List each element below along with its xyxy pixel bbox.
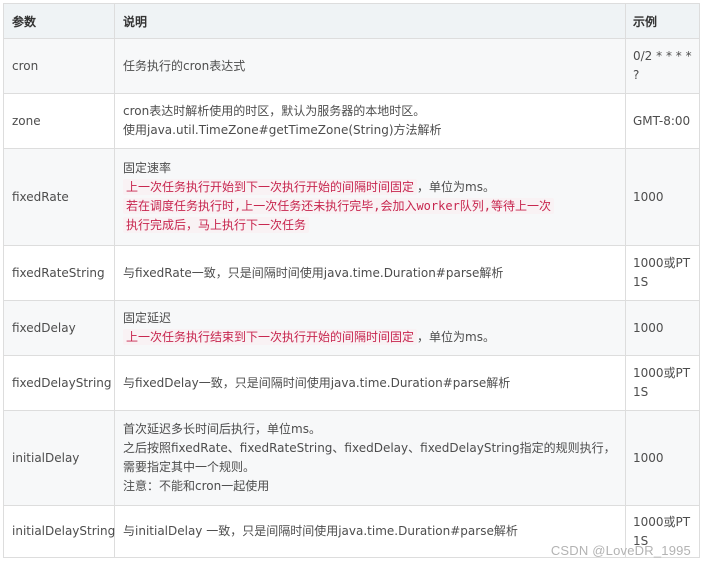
param-cell: cron bbox=[3, 38, 115, 94]
param-cell: fixedDelayString bbox=[3, 355, 115, 411]
param-cell: zone bbox=[3, 93, 115, 149]
example-cell: 1000或PT1S bbox=[625, 355, 700, 411]
table-row: fixedRate 固定速率 上一次任务执行开始到下一次执行开始的间隔时间固定，… bbox=[3, 148, 700, 246]
table-header-row: 参数 说明 示例 bbox=[3, 3, 700, 39]
table-row: fixedRateString 与fixedRate一致，只是间隔时间使用jav… bbox=[3, 245, 700, 301]
param-cell: fixedDelay bbox=[3, 300, 115, 356]
highlight-text: 若在调度任务执行时,上一次任务还未执行完毕,会加入worker队列,等待上一次 bbox=[123, 198, 555, 214]
desc-cell: 首次延迟多长时间后执行，单位ms。 之后按照fixedRate、fixedRat… bbox=[114, 410, 626, 506]
param-cell: fixedRateString bbox=[3, 245, 115, 301]
desc-cell: cron表达时解析使用的时区，默认为服务器的本地时区。 使用java.util.… bbox=[114, 93, 626, 149]
desc-title: 固定延迟 bbox=[123, 311, 172, 325]
highlight-text: 上一次任务执行结束到下一次执行开始的间隔时间固定 bbox=[123, 329, 418, 345]
desc-tail: ，单位为ms。 bbox=[417, 180, 495, 194]
desc-line: 上一次任务执行开始到下一次执行开始的间隔时间固定 ，单位为ms。 bbox=[123, 178, 619, 197]
example-cell: 0/2 * * * * ? bbox=[625, 38, 700, 94]
example-cell: 1000 bbox=[625, 410, 700, 506]
desc-title: 固定速率 bbox=[123, 161, 172, 175]
highlight-text: 上一次任务执行开始到下一次执行开始的间隔时间固定 bbox=[123, 179, 418, 195]
desc-line: 首次延迟多长时间后执行，单位ms。 bbox=[123, 422, 321, 436]
header-example: 示例 bbox=[625, 3, 700, 39]
params-table: 参数 说明 示例 cron 任务执行的cron表达式 0/2 * * * * ?… bbox=[3, 3, 700, 558]
desc-line: cron表达时解析使用的时区，默认为服务器的本地时区。 bbox=[123, 104, 426, 118]
desc-cell: 固定速率 上一次任务执行开始到下一次执行开始的间隔时间固定 ，单位为ms。 若在调… bbox=[114, 148, 626, 246]
desc-cell: 任务执行的cron表达式 bbox=[114, 38, 626, 94]
table-row: fixedDelay 固定延迟 上一次任务执行结束到下一次执行开始的间隔时间固定… bbox=[3, 300, 700, 356]
param-cell: initialDelay bbox=[3, 410, 115, 506]
example-cell: GMT-8:00 bbox=[625, 93, 700, 149]
desc-line: 之后按照fixedRate、fixedRateString、fixedDelay… bbox=[123, 441, 616, 474]
example-cell: 1000 bbox=[625, 300, 700, 356]
desc-tail: ，单位为ms。 bbox=[417, 330, 495, 344]
header-param: 参数 bbox=[3, 3, 115, 39]
table-row: cron 任务执行的cron表达式 0/2 * * * * ? bbox=[3, 38, 700, 94]
desc-cell: 与fixedRate一致，只是间隔时间使用java.time.Duration#… bbox=[114, 245, 626, 301]
table-row: zone cron表达时解析使用的时区，默认为服务器的本地时区。 使用java.… bbox=[3, 93, 700, 149]
param-cell: initialDelayString bbox=[3, 505, 115, 558]
example-cell: 1000或PT1S bbox=[625, 245, 700, 301]
desc-line: 使用java.util.TimeZone#getTimeZone(String)… bbox=[123, 123, 442, 137]
header-desc: 说明 bbox=[114, 3, 626, 39]
desc-line: 任务执行的cron表达式 bbox=[123, 58, 246, 73]
csdn-watermark: CSDN @LoveDR_1995 bbox=[550, 543, 691, 558]
desc-line: 与fixedDelay一致，只是间隔时间使用java.time.Duration… bbox=[123, 375, 511, 390]
param-cell: fixedRate bbox=[3, 148, 115, 246]
highlight-text: 执行完成后，马上执行下一次任务 bbox=[123, 217, 310, 233]
desc-line: 与initialDelay 一致，只是间隔时间使用java.time.Durat… bbox=[123, 524, 518, 538]
example-cell: 1000 bbox=[625, 148, 700, 246]
desc-line: 与fixedRate一致，只是间隔时间使用java.time.Duration#… bbox=[123, 265, 504, 280]
desc-line: 若在调度任务执行时,上一次任务还未执行完毕,会加入worker队列,等待上一次 bbox=[123, 197, 619, 216]
table-row: fixedDelayString 与fixedDelay一致，只是间隔时间使用j… bbox=[3, 355, 700, 411]
desc-line: 执行完成后，马上执行下一次任务 bbox=[123, 216, 619, 235]
desc-cell: 与fixedDelay一致，只是间隔时间使用java.time.Duration… bbox=[114, 355, 626, 411]
desc-cell: 固定延迟 上一次任务执行结束到下一次执行开始的间隔时间固定 ，单位为ms。 bbox=[114, 300, 626, 356]
desc-cell: 与initialDelay 一致，只是间隔时间使用java.time.Durat… bbox=[114, 505, 626, 558]
desc-line: 注意：不能和cron一起使用 bbox=[123, 479, 270, 493]
desc-line: 上一次任务执行结束到下一次执行开始的间隔时间固定 ，单位为ms。 bbox=[123, 328, 619, 347]
table-row: initialDelay 首次延迟多长时间后执行，单位ms。 之后按照fixed… bbox=[3, 410, 700, 506]
